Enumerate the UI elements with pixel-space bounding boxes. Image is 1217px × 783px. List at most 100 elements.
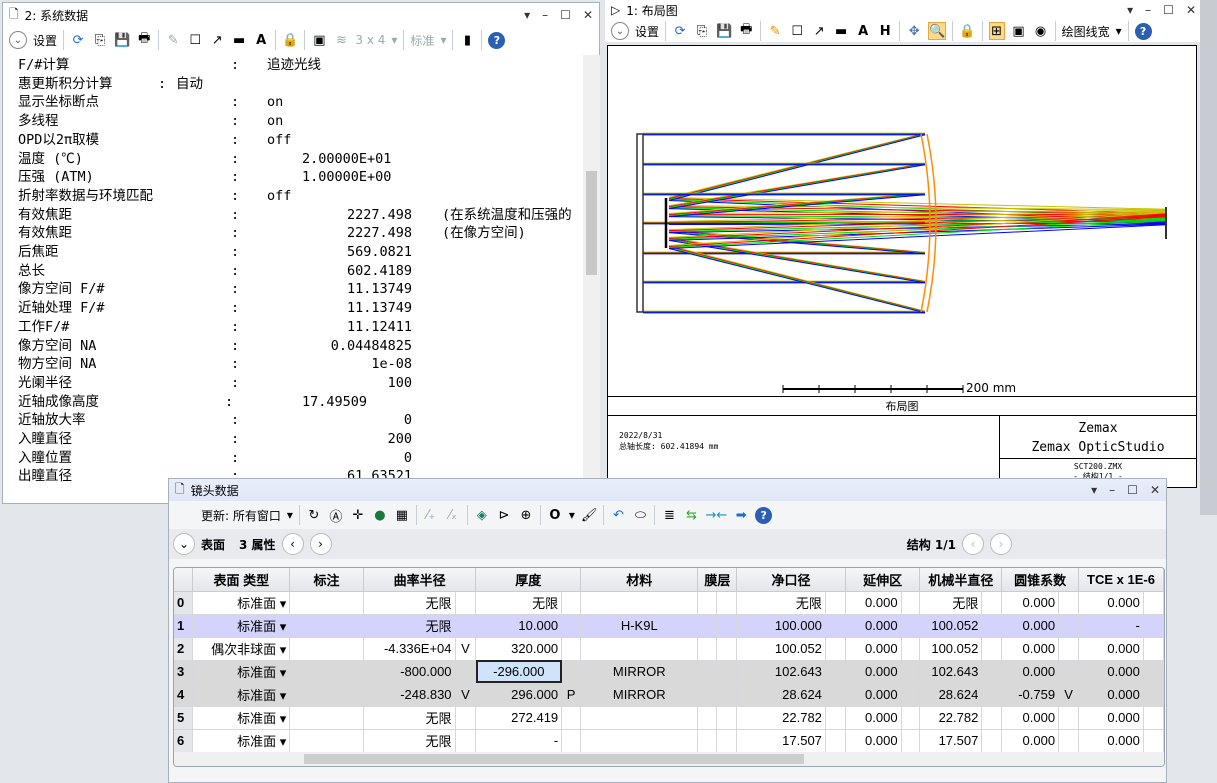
zoom-icon[interactable]: 🔍 xyxy=(928,22,947,40)
dimension-icon[interactable]: H xyxy=(877,22,893,40)
thickness-cell[interactable]: 10.000 xyxy=(475,614,563,638)
print-icon[interactable]: 🖶 xyxy=(738,22,754,40)
material-cell[interactable]: MIRROR xyxy=(580,683,699,707)
conic-cell[interactable]: 0.000 xyxy=(1001,729,1060,753)
surface-type-cell[interactable]: 标准面 ▾ xyxy=(192,614,291,638)
horizontal-scrollbar[interactable] xyxy=(174,752,1164,766)
clear-solve-cell[interactable] xyxy=(825,706,846,730)
tce-cell[interactable]: - xyxy=(1078,614,1144,638)
crosshair-icon[interactable]: ✛ xyxy=(350,506,366,524)
line-icon[interactable]: ▬ xyxy=(833,22,849,40)
tce-cell[interactable]: 0.000 xyxy=(1078,729,1144,753)
mech-solve-cell[interactable] xyxy=(981,591,1003,615)
layout-plot[interactable]: 200 mm 布局图 2022/8/31 总轴长度: 602.41894 mm … xyxy=(607,45,1197,488)
thickness-cell[interactable]: 272.419 xyxy=(475,706,563,730)
conic-solve-cell[interactable] xyxy=(1058,637,1080,661)
col-tce[interactable]: TCE x 1E-6 xyxy=(1078,568,1164,592)
col-radius[interactable]: 曲率半径 xyxy=(363,568,477,592)
mech-semi-dia-cell[interactable]: 22.782 xyxy=(919,706,983,730)
surface-label[interactable]: 表面 xyxy=(201,536,225,553)
col-coating[interactable]: 膜层 xyxy=(697,568,738,592)
refresh-icon[interactable]: ⟳ xyxy=(672,22,688,40)
chip-solve-cell[interactable] xyxy=(901,637,921,661)
rectangle-icon[interactable]: ☐ xyxy=(187,31,203,49)
tce-solve-cell[interactable] xyxy=(1143,591,1164,615)
update-icon[interactable]: ↻ xyxy=(306,506,322,524)
tce-solve-cell[interactable] xyxy=(1143,729,1164,753)
conic-solve-cell[interactable] xyxy=(1058,729,1080,753)
radius-cell[interactable]: 无限 xyxy=(363,591,456,615)
update-all-icon[interactable]: Ⓐ xyxy=(328,506,344,525)
conic-cell[interactable]: 0.000 xyxy=(1001,637,1060,661)
row-number[interactable]: 3 xyxy=(174,660,194,684)
col-thickness[interactable]: 厚度 xyxy=(475,568,582,592)
coating-solve-cell[interactable] xyxy=(716,729,738,753)
thickness-solve-cell[interactable] xyxy=(561,660,582,684)
radius-cell[interactable]: 无限 xyxy=(363,729,456,753)
tilt-icon[interactable]: ⊕ xyxy=(518,506,534,524)
clear-solve-cell[interactable] xyxy=(825,591,846,615)
conic-solve-cell[interactable] xyxy=(1058,591,1080,615)
conic-cell[interactable]: -0.759 xyxy=(1001,683,1060,707)
clear-semi-dia-cell[interactable]: 28.624 xyxy=(736,683,826,707)
vertical-scrollbar[interactable] xyxy=(583,55,600,485)
tce-solve-cell[interactable] xyxy=(1143,683,1164,707)
chip-solve-cell[interactable] xyxy=(901,729,921,753)
next-config-button[interactable]: › xyxy=(990,533,1012,555)
table-row[interactable]: 0 标准面 ▾ 无限 无限 无限 0.000 无限 0.000 0.000 xyxy=(174,591,1164,615)
rectangle-icon[interactable]: ☐ xyxy=(789,22,805,40)
corner-cell[interactable] xyxy=(174,568,194,592)
chip-zone-cell[interactable]: 0.000 xyxy=(845,614,902,638)
clear-semi-dia-cell[interactable]: 17.507 xyxy=(736,729,826,753)
conic-solve-cell[interactable] xyxy=(1058,614,1080,638)
thickness-cell[interactable]: 296.000 xyxy=(475,683,563,707)
prev-surface-button[interactable]: ‹ xyxy=(281,533,304,555)
copy-icon[interactable]: ⎘ xyxy=(92,31,108,49)
mech-solve-cell[interactable] xyxy=(981,706,1003,730)
lock-icon[interactable]: 🔒 xyxy=(959,22,975,40)
mech-solve-cell[interactable] xyxy=(981,660,1003,684)
chip-zone-cell[interactable]: 0.000 xyxy=(845,729,902,753)
tce-cell[interactable]: 0.000 xyxy=(1078,660,1144,684)
properties-label[interactable]: 3 属性 xyxy=(239,536,276,553)
chip-solve-cell[interactable] xyxy=(901,706,921,730)
row-number[interactable]: 1 xyxy=(174,614,194,638)
coating-cell[interactable] xyxy=(697,729,718,753)
text-icon[interactable]: A xyxy=(855,22,871,40)
surface-type-cell[interactable]: 偶次非球面 ▾ xyxy=(192,637,291,661)
clear-semi-dia-cell[interactable]: 100.052 xyxy=(736,637,826,661)
mech-semi-dia-cell[interactable]: 无限 xyxy=(919,591,983,615)
thickness-solve-cell[interactable] xyxy=(561,591,582,615)
minimize-button[interactable]: – xyxy=(542,8,548,22)
thickness-cell[interactable]: - xyxy=(475,729,563,753)
surface-type-cell[interactable]: 标准面 ▾ xyxy=(192,683,291,707)
mech-solve-cell[interactable] xyxy=(981,729,1003,753)
conic-cell[interactable]: 0.000 xyxy=(1001,660,1060,684)
chip-zone-cell[interactable]: 0.000 xyxy=(845,683,902,707)
col-material[interactable]: 材料 xyxy=(580,568,699,592)
chip-solve-cell[interactable] xyxy=(901,660,921,684)
material-cell[interactable] xyxy=(580,729,699,753)
lens-icon[interactable]: ◈ xyxy=(474,506,490,524)
brush-icon[interactable]: 🖌 xyxy=(581,506,598,524)
fit-icon[interactable]: ⊞ xyxy=(988,22,1005,40)
comment-cell[interactable] xyxy=(289,729,364,753)
clear-semi-dia-cell[interactable]: 无限 xyxy=(736,591,826,615)
comment-cell[interactable] xyxy=(289,683,364,707)
text-icon[interactable]: A xyxy=(253,31,269,49)
tce-cell[interactable]: 0.000 xyxy=(1078,637,1144,661)
insert-surface-icon[interactable]: ⁄₊ xyxy=(423,506,439,524)
thickness-solve-cell[interactable] xyxy=(561,614,582,638)
material-cell[interactable]: MIRROR xyxy=(580,660,699,684)
globe-icon[interactable]: ● xyxy=(372,506,388,524)
standard-dropdown[interactable]: 标准 xyxy=(410,32,434,49)
arrow-icon[interactable]: ↗ xyxy=(811,22,827,40)
tce-solve-cell[interactable] xyxy=(1143,614,1164,638)
next-surface-button[interactable]: › xyxy=(309,533,332,555)
thickness-cell[interactable]: 无限 xyxy=(475,591,563,615)
help-icon[interactable]: ? xyxy=(1134,22,1152,40)
conic-solve-cell[interactable]: V xyxy=(1058,683,1080,707)
tce-cell[interactable]: 0.000 xyxy=(1078,683,1144,707)
table-row[interactable]: 6 标准面 ▾ 无限 - 17.507 0.000 17.507 0.000 0.000 xyxy=(174,729,1164,753)
settings-chevron-icon[interactable]: ⌄ xyxy=(611,22,629,40)
